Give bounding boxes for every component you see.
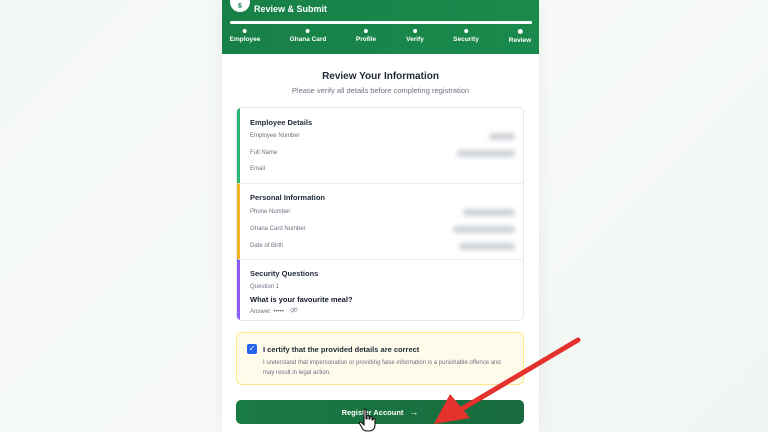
answer-masked: Answer: ••••• <box>250 309 284 315</box>
field-label-phone-number: Phone Number <box>250 209 291 215</box>
section-title: Employee Details <box>250 118 313 127</box>
step-title: Review & Submit <box>254 4 328 14</box>
annotation-arrow <box>434 337 581 424</box>
step-label: Ghana Card <box>289 36 327 43</box>
step-label: Security <box>453 36 479 43</box>
step-number-badge: 6 <box>230 0 250 12</box>
redacted-value <box>489 133 515 140</box>
question-label: Question 1 <box>250 284 280 290</box>
step-label: Review <box>508 37 532 44</box>
hand-cursor-icon <box>358 408 376 432</box>
wizard-header: 6 Review & Submit Employee Ghana Card Pr… <box>222 0 539 54</box>
step-label: Employee <box>229 36 261 43</box>
step-ghana-card[interactable]: Ghana Card <box>289 29 327 43</box>
step-dot <box>243 29 247 33</box>
redacted-value <box>453 226 515 233</box>
redacted-value <box>459 243 515 250</box>
section-title: Security Questions <box>250 269 319 278</box>
field-label-email: Email <box>250 166 266 172</box>
step-dot <box>363 29 368 33</box>
certify-checkbox[interactable]: ✓ <box>247 344 257 354</box>
certify-title[interactable]: I certify that the provided details are … <box>263 345 419 354</box>
step-dot <box>464 29 468 33</box>
step-dot <box>306 29 310 33</box>
employee-details-section: Employee Details Employee Number Full Na… <box>237 108 523 183</box>
step-security[interactable]: Security <box>453 29 479 43</box>
review-subtitle: Please verify all details before complet… <box>291 86 470 95</box>
arrow-right-icon: → <box>409 407 419 417</box>
step-verify[interactable]: Verify <box>406 29 424 43</box>
field-label-employee-number: Employee Number <box>250 133 300 139</box>
redacted-value <box>463 209 515 216</box>
eye-off-icon[interactable] <box>289 307 298 315</box>
step-profile[interactable]: Profile <box>356 29 376 43</box>
step-label: Profile <box>355 36 377 43</box>
step-employee[interactable]: Employee <box>229 29 261 43</box>
step-dot <box>517 29 523 34</box>
field-label-ghana-card-number: Ghana Card Number <box>250 226 306 232</box>
redacted-value <box>457 150 515 157</box>
section-title: Personal Information <box>250 193 326 202</box>
field-label-date-of-birth: Date of Birth <box>250 243 284 249</box>
personal-information-section: Personal Information Phone Number Ghana … <box>237 183 523 259</box>
review-details-panel: Employee Details Employee Number Full Na… <box>236 107 524 321</box>
security-questions-section: Security Questions Question 1 What is yo… <box>237 259 523 320</box>
step-dot <box>413 29 417 33</box>
progress-fill <box>230 21 532 24</box>
field-label-full-name: Full Name <box>250 150 278 156</box>
security-answer: Answer: ••••• <box>250 307 298 315</box>
step-review[interactable]: Review <box>509 29 531 44</box>
progress-bar <box>230 21 532 24</box>
step-label: Verify <box>406 36 424 43</box>
review-title: Review Your Information <box>322 71 439 82</box>
security-question: What is your favourite meal? <box>250 295 353 304</box>
